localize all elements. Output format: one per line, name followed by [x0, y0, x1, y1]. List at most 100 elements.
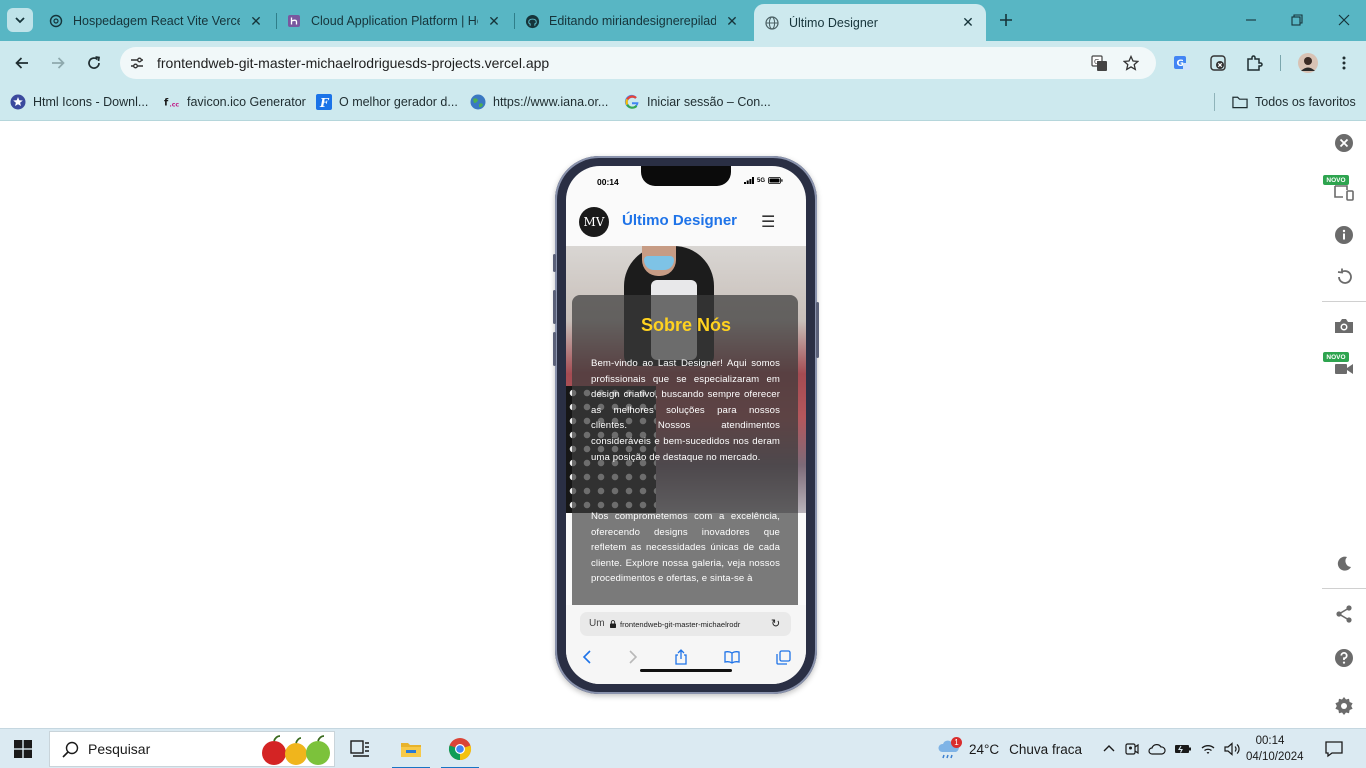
- search-icon: [62, 741, 79, 758]
- reload-button[interactable]: [82, 51, 106, 75]
- new-tab-button[interactable]: [994, 8, 1018, 32]
- camera-icon: [1335, 319, 1353, 333]
- rotate-button[interactable]: [1333, 266, 1355, 288]
- chevron-down-icon: [15, 17, 25, 24]
- profile-avatar[interactable]: [1296, 51, 1320, 75]
- chrome-menu-button[interactable]: [1332, 51, 1356, 75]
- tab-title: Hospedagem React Vite Vercel: [73, 14, 240, 28]
- close-tab-icon[interactable]: ✕: [248, 13, 264, 29]
- bookmark-label: favicon.ico Generator: [187, 95, 306, 109]
- screenshot-button[interactable]: [1333, 315, 1355, 337]
- phone-mockup: 00:14 5G MV Último Designer ☰ Sobre Nós …: [553, 156, 819, 694]
- status-time: 00:14: [597, 177, 619, 187]
- all-bookmarks-button[interactable]: Todos os favoritos: [1232, 92, 1356, 112]
- fruit-decoration-icon: [262, 735, 330, 765]
- app-title[interactable]: Último Designer: [622, 212, 737, 229]
- file-explorer-taskbar-button[interactable]: [388, 729, 434, 768]
- weather-widget[interactable]: 1 24°C Chuva fraca: [937, 729, 1082, 768]
- avatar-icon: [1298, 53, 1318, 73]
- start-button[interactable]: [14, 740, 32, 758]
- reload-icon: [88, 56, 100, 69]
- temperature: 24°C: [969, 741, 1000, 757]
- record-video-button[interactable]: [1333, 358, 1355, 380]
- panel-divider: [1322, 301, 1366, 302]
- bookmarks-divider: [1214, 93, 1215, 111]
- site-settings-icon[interactable]: [128, 54, 146, 72]
- safari-forward-icon[interactable]: [624, 648, 642, 666]
- dark-mode-button[interactable]: [1333, 553, 1355, 575]
- back-button[interactable]: [10, 51, 34, 75]
- tab-ultimo-designer[interactable]: Último Designer ✕: [754, 4, 986, 41]
- windows-taskbar: Pesquisar 1 24°C Chuva fraca 00:14 04/10…: [0, 728, 1366, 768]
- more-vertical-icon: [1342, 56, 1346, 70]
- tab-heroku[interactable]: Cloud Application Platform | Her ✕: [276, 6, 512, 36]
- restore-icon: [1291, 14, 1303, 26]
- folder-icon: [401, 743, 421, 757]
- safari-share-icon[interactable]: [672, 648, 690, 666]
- tab-strip: Hospedagem React Vite Vercel ✕ Cloud App…: [0, 0, 1366, 41]
- settings-button[interactable]: [1333, 695, 1355, 717]
- about-paragraph-1: Bem-vindo ao Last Designer! Aqui somos p…: [591, 358, 780, 463]
- share-button[interactable]: [1333, 603, 1355, 625]
- f-logo-icon: F: [316, 94, 332, 110]
- chevron-up-icon[interactable]: [1102, 742, 1116, 756]
- responsive-devices-button[interactable]: [1333, 181, 1355, 203]
- help-button[interactable]: [1333, 647, 1355, 669]
- bookmark-star-icon[interactable]: [1122, 54, 1140, 72]
- bookmark-html-icons[interactable]: Html Icons - Downl...: [10, 92, 148, 112]
- tab-github[interactable]: Editando miriandesignerepilado ✕: [514, 6, 750, 36]
- battery-icon[interactable]: [1174, 742, 1192, 756]
- status-indicators: 5G: [744, 177, 783, 184]
- meet-now-icon[interactable]: [1124, 741, 1140, 757]
- all-bookmarks-label: Todos os favoritos: [1255, 95, 1356, 109]
- hamburger-menu-icon[interactable]: ☰: [761, 212, 775, 232]
- taskbar-clock[interactable]: 00:14 04/10/2024: [1246, 733, 1304, 765]
- weather-alert-badge: 1: [951, 737, 962, 748]
- close-tab-icon[interactable]: ✕: [724, 13, 740, 29]
- bookmark-gerador[interactable]: F O melhor gerador d...: [316, 92, 458, 112]
- extensions-menu-button[interactable]: [1242, 51, 1266, 75]
- phone-screen: 00:14 5G MV Último Designer ☰ Sobre Nós …: [566, 166, 806, 684]
- google-translate-extension[interactable]: G: [1170, 51, 1194, 75]
- volume-icon[interactable]: [1224, 741, 1242, 757]
- clock-date: 04/10/2024: [1246, 751, 1304, 763]
- safari-reload-icon[interactable]: ↻: [771, 617, 780, 630]
- onedrive-icon[interactable]: [1148, 742, 1166, 756]
- tab-search-button[interactable]: [7, 8, 33, 32]
- chrome-taskbar-button[interactable]: [437, 729, 483, 768]
- tab-hospedagem[interactable]: Hospedagem React Vite Vercel ✕: [38, 6, 274, 36]
- phone-side-button: [553, 332, 556, 366]
- safari-back-icon[interactable]: [578, 648, 596, 666]
- bookmark-google-login[interactable]: Iniciar sessão – Con...: [624, 92, 771, 112]
- restore-button[interactable]: [1285, 8, 1309, 32]
- app-logo[interactable]: MV: [579, 207, 609, 237]
- extension-button[interactable]: [1206, 51, 1230, 75]
- svg-text:f: f: [164, 98, 169, 109]
- tab-title: Cloud Application Platform | Her: [311, 14, 478, 28]
- close-panel-button[interactable]: [1333, 132, 1355, 154]
- bookmark-iana[interactable]: https://www.iana.or...: [470, 92, 608, 112]
- system-tray: [1102, 729, 1242, 768]
- safari-bookmarks-icon[interactable]: [723, 648, 741, 666]
- address-bar[interactable]: frontendweb-git-master-michaelrodriguesd…: [120, 47, 1156, 79]
- close-tab-icon[interactable]: ✕: [486, 13, 502, 29]
- lock-icon: [610, 620, 616, 628]
- arrow-right-icon: [52, 57, 65, 69]
- task-view-button[interactable]: [337, 729, 383, 768]
- forward-button[interactable]: [46, 51, 70, 75]
- window-close-button[interactable]: [1332, 8, 1356, 32]
- safari-tabs-icon[interactable]: [774, 648, 792, 666]
- taskbar-search-box[interactable]: Pesquisar: [49, 731, 335, 767]
- info-button[interactable]: [1333, 224, 1355, 246]
- close-tab-icon[interactable]: ✕: [960, 14, 976, 31]
- wifi-icon[interactable]: [1200, 742, 1216, 756]
- minimize-button[interactable]: [1239, 8, 1263, 32]
- browser-toolbar: frontendweb-git-master-michaelrodriguesd…: [0, 41, 1366, 85]
- bookmark-favicon-generator[interactable]: f .cc favicon.ico Generator: [164, 92, 306, 112]
- rotate-icon: [1337, 268, 1352, 284]
- safari-url: frontendweb-git-master-michaelrodr: [620, 620, 741, 629]
- safari-address-bar[interactable]: Um frontendweb-git-master-michaelrodr ↻: [580, 612, 791, 636]
- bookmark-label: https://www.iana.or...: [493, 95, 609, 109]
- notifications-button[interactable]: [1324, 739, 1344, 759]
- translate-icon[interactable]: G: [1090, 54, 1108, 72]
